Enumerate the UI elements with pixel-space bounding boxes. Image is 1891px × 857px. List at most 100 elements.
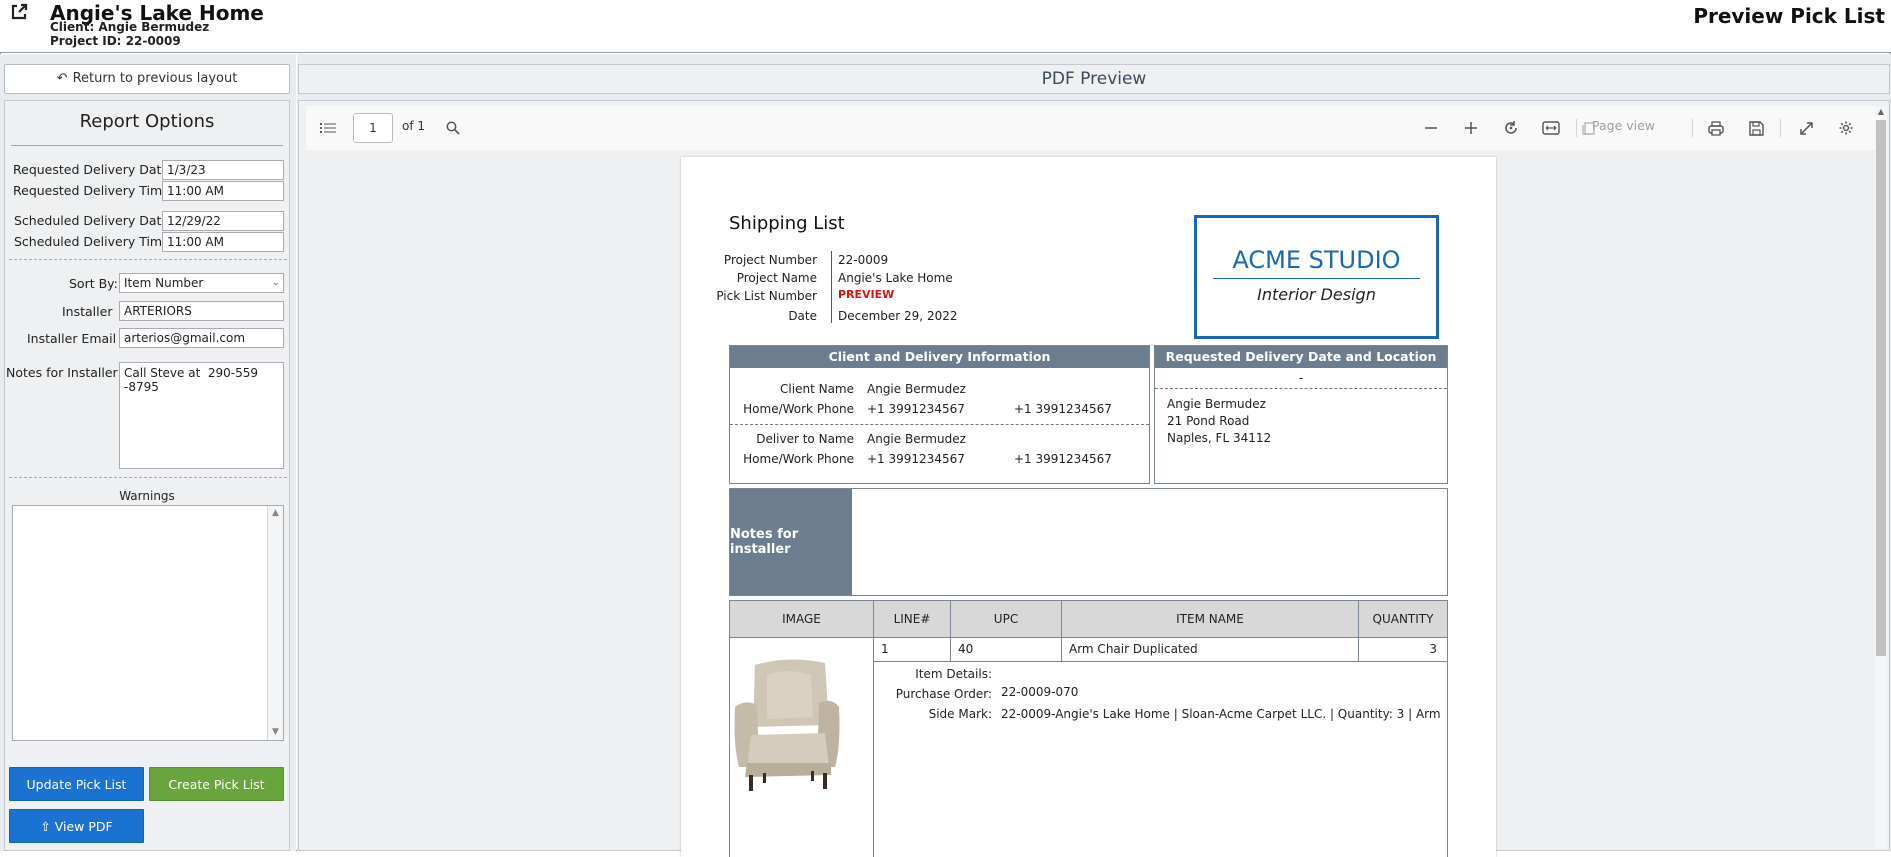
outline-list-icon[interactable] <box>314 106 342 150</box>
logo-line-1: ACME STUDIO <box>1232 246 1401 274</box>
return-button[interactable]: ↶ Return to previous layout <box>4 64 290 94</box>
col-header-upc: UPC <box>951 601 1062 637</box>
notes-box: Notes for installer <box>729 488 1448 596</box>
scroll-up-icon[interactable]: ▲ <box>268 506 283 521</box>
gear-icon[interactable] <box>1832 106 1860 150</box>
side-mark-label: Side Mark: <box>928 707 992 721</box>
toolbar-divider <box>1780 119 1781 137</box>
item-details-label: Item Details: <box>915 667 992 681</box>
rotate-icon[interactable] <box>1497 106 1525 150</box>
cell-line: 1 <box>874 638 951 662</box>
installer-input[interactable]: ARTERIORS <box>119 301 284 321</box>
scheduled-date-input[interactable]: 12/29/22 <box>162 211 284 231</box>
pdf-toolbar: 1 of 1 Page view <box>306 106 1881 150</box>
page-view-button[interactable]: Page view <box>1592 118 1655 133</box>
report-options-title: Report Options <box>79 111 215 132</box>
deliver-to-label: Deliver to Name <box>756 432 854 446</box>
page-number-input[interactable]: 1 <box>353 113 393 143</box>
return-button-label: Return to previous layout <box>72 71 238 86</box>
installer-email-label: Installer Email <box>27 331 117 346</box>
view-pdf-label: View PDF <box>54 819 113 834</box>
warnings-label: Warnings <box>119 489 175 503</box>
project-id-subtitle: Project ID: 22-0009 <box>50 34 181 48</box>
page-total: of 1 <box>402 119 426 133</box>
side-mark-value: 22-0009-Angie's Lake Home | Sloan-Acme C… <box>1001 707 1441 721</box>
project-name-value: Angie's Lake Home <box>838 271 953 285</box>
item-image-cell <box>730 638 874 857</box>
divider <box>9 259 287 260</box>
delivery-date-value: - <box>1298 371 1304 385</box>
print-icon[interactable] <box>1702 106 1730 150</box>
client-delivery-box: Client and Delivery Information Client N… <box>729 345 1150 484</box>
report-options-panel: Report Options Requested Delivery Date 1… <box>4 100 290 851</box>
fit-width-icon[interactable] <box>1537 106 1565 150</box>
phone-label: Home/Work Phone <box>743 452 854 466</box>
pdf-preview-header: PDF Preview <box>298 64 1890 94</box>
divider <box>831 251 832 323</box>
installer-label: Installer <box>62 304 113 319</box>
left-panel: ↶ Return to previous layout Report Option… <box>0 54 296 851</box>
sort-by-label: Sort By: <box>69 276 118 291</box>
document-title: Shipping List <box>729 213 845 234</box>
date-value: December 29, 2022 <box>838 309 958 323</box>
deliver-to-value: Angie Bermudez <box>867 432 966 446</box>
col-header-quantity: QUANTITY <box>1359 601 1447 637</box>
sort-by-value: Item Number <box>124 276 204 290</box>
client-delivery-header: Client and Delivery Information <box>730 346 1149 368</box>
phone-value-1: +1 3991234567 <box>867 402 965 416</box>
phone-value-3: +1 3991234567 <box>867 452 965 466</box>
toolbar-divider <box>1692 119 1693 137</box>
requested-time-label: Requested Delivery Time <box>13 183 170 198</box>
purchase-order-label: Purchase Order: <box>895 687 992 701</box>
client-name-value: Angie Bermudez <box>867 382 966 396</box>
notes-installer-textarea[interactable]: Call Steve at 290-559 -8795 <box>119 362 284 469</box>
cell-upc: 40 <box>951 638 1062 662</box>
scheduled-time-input[interactable]: 11:00 AM <box>162 232 284 252</box>
toolbar-divider <box>1576 119 1577 137</box>
scroll-down-icon[interactable]: ▼ <box>268 725 283 740</box>
phone-value-4: +1 3991234567 <box>1014 452 1112 466</box>
scheduled-time-label: Scheduled Delivery Time <box>14 234 170 249</box>
update-pick-list-button[interactable]: Update Pick List <box>9 767 144 801</box>
preview-panel: PDF Preview 1 of 1 Page view ▲ Shipping … <box>297 54 1891 857</box>
project-name-label: Project Name <box>736 271 817 285</box>
search-icon[interactable] <box>439 106 467 150</box>
chevron-down-icon: ⌄ <box>271 277 280 288</box>
fullscreen-icon[interactable] <box>1792 106 1820 150</box>
scrollbar-thumb[interactable] <box>1876 120 1886 656</box>
requested-time-input[interactable]: 11:00 AM <box>162 181 284 201</box>
pdf-page: Shipping List Project Number 22-0009 Pro… <box>681 157 1496 857</box>
scroll-up-icon[interactable]: ▲ <box>1875 106 1887 118</box>
phone-label: Home/Work Phone <box>743 402 854 416</box>
items-table: IMAGE LINE# UPC ITEM NAME QUANTITY 1 40 … <box>729 600 1448 857</box>
client-subtitle: Client: Angie Bermudez <box>50 20 210 34</box>
return-arrow-icon: ↶ <box>56 71 68 86</box>
cell-item-name: Arm Chair Duplicated <box>1062 638 1359 662</box>
company-logo: ACME STUDIO Interior Design <box>1194 215 1439 339</box>
create-pick-list-button[interactable]: Create Pick List <box>149 767 284 801</box>
view-pdf-button[interactable]: ⇧ View PDF <box>9 809 144 843</box>
installer-email-input[interactable]: arterios@gmail.com <box>119 328 284 348</box>
divider <box>1155 388 1447 389</box>
app-header: Angie's Lake Home Client: Angie Bermudez… <box>0 0 1891 53</box>
delivery-name: Angie Bermudez <box>1167 397 1266 411</box>
external-link-icon[interactable] <box>10 3 28 21</box>
zoom-out-icon[interactable] <box>1417 106 1445 150</box>
date-label: Date <box>788 309 817 323</box>
phone-value-2: +1 3991234567 <box>1014 402 1112 416</box>
sort-by-select[interactable]: Item Number ⌄ <box>119 273 284 293</box>
col-header-image: IMAGE <box>730 601 874 637</box>
warnings-scrollbar[interactable]: ▲ ▼ <box>267 506 283 740</box>
delivery-location-box: Requested Delivery Date and Location - A… <box>1154 345 1448 484</box>
divider <box>9 477 287 478</box>
save-icon[interactable] <box>1742 106 1770 150</box>
share-icon: ⇧ <box>40 819 51 834</box>
notes-installer-label: Notes for Installer <box>6 365 118 380</box>
col-header-line: LINE# <box>874 601 951 637</box>
zoom-in-icon[interactable] <box>1457 106 1485 150</box>
delivery-location-header: Requested Delivery Date and Location <box>1155 346 1447 368</box>
viewer-scrollbar[interactable]: ▲ <box>1875 106 1887 848</box>
logo-line-2: Interior Design <box>1257 285 1376 304</box>
requested-date-input[interactable]: 1/3/23 <box>162 160 284 180</box>
logo-rule <box>1213 278 1420 279</box>
